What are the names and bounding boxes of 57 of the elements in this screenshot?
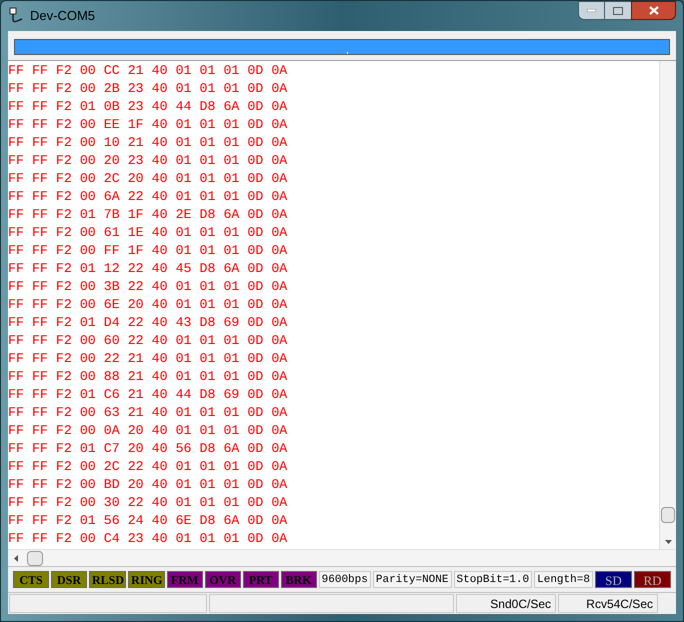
signal-indicator: CTS <box>13 571 49 588</box>
signal-indicator: DSR <box>51 571 87 588</box>
setting-field: Length=8 <box>534 571 593 588</box>
hex-line: FF FF F2 00 6A 22 40 01 01 01 0D 0A <box>8 188 288 206</box>
hex-line: FF FF F2 00 22 21 40 01 01 01 0D 0A <box>8 350 288 368</box>
close-button[interactable] <box>631 1 676 20</box>
maximize-button[interactable] <box>605 1 631 20</box>
window-title: Dev-COM5 <box>30 7 96 26</box>
hex-line: FF FF F2 00 BD 20 40 01 01 01 0D 0A <box>8 476 288 494</box>
serial-plug-icon <box>8 7 24 25</box>
signal-indicator: PRT <box>242 571 279 588</box>
maximize-icon <box>613 6 623 14</box>
minimize-icon <box>587 9 596 12</box>
setting-field: 9600bps <box>318 571 371 588</box>
hex-line: FF FF F2 00 2C 20 40 01 01 01 0D 0A <box>8 170 288 188</box>
hex-line: FF FF F2 00 60 22 40 01 01 01 0D 0A <box>8 332 288 350</box>
minimize-button[interactable] <box>578 1 605 20</box>
signal-lamp: RD <box>634 571 671 588</box>
hex-line: FF FF F2 01 56 24 40 6E D8 6A 0D 0A <box>8 512 288 530</box>
setting-field: StopBit=1.0 <box>454 571 532 588</box>
hex-line: FF FF F2 00 2C 22 40 01 01 01 0D 0A <box>8 458 288 476</box>
signal-indicator: FRM <box>166 571 203 588</box>
hex-line: FF FF F2 00 3B 22 40 01 01 01 0D 0A <box>8 278 288 296</box>
hex-line: FF FF F2 00 88 21 40 01 01 01 0D 0A <box>8 368 288 386</box>
horizontal-scrollbar[interactable] <box>8 549 676 566</box>
signal-indicator: BRK <box>280 571 317 588</box>
scrollbar-thumb[interactable] <box>661 507 675 523</box>
close-icon <box>648 6 658 15</box>
vertical-scrollbar[interactable] <box>659 61 676 549</box>
scrollbar-thumb[interactable] <box>27 550 43 566</box>
hex-line: FF FF F2 00 CC 21 40 01 01 01 0D 0A <box>8 62 288 80</box>
hex-line: FF FF F2 00 10 21 40 01 01 01 0D 0A <box>8 134 288 152</box>
hex-line: FF FF F2 00 63 21 40 01 01 01 0D 0A <box>8 404 288 422</box>
signal-lamp: SD <box>594 571 632 588</box>
hex-line: FF FF F2 00 30 22 40 01 01 01 0D 0A <box>8 494 288 512</box>
hex-line: FF FF F2 01 0B 23 40 44 D8 6A 0D 0A <box>8 98 288 116</box>
signal-indicator: RLSD <box>89 571 126 588</box>
status-text: Snd0C/Sec <box>456 594 556 613</box>
hex-line: FF FF F2 00 EE 1F 40 01 01 01 0D 0A <box>8 116 288 134</box>
hex-line: FF FF F2 01 7B 1F 40 2E D8 6A 0D 0A <box>8 206 288 224</box>
hex-line: FF FF F2 00 0A 20 40 01 01 01 0D 0A <box>8 422 288 440</box>
status-text: Rcv54C/Sec <box>558 594 658 613</box>
scroll-left-icon[interactable] <box>14 554 18 562</box>
hex-line: FF FF F2 01 C6 21 40 44 D8 69 0D 0A <box>8 386 288 404</box>
hex-line: FF FF F2 00 20 23 40 01 01 01 0D 0A <box>8 152 288 170</box>
hex-line: FF FF F2 01 C7 20 40 56 D8 6A 0D 0A <box>8 440 288 458</box>
signal-indicator: RING <box>128 571 165 588</box>
hex-line: FF FF F2 00 61 1E 40 01 01 01 0D 0A <box>8 224 288 242</box>
setting-field: Parity=NONE <box>372 571 452 588</box>
hex-line: FF FF F2 00 6E 20 40 01 01 01 0D 0A <box>8 296 288 314</box>
hex-line: FF FF F2 00 C4 23 40 01 01 01 0D 0A <box>8 530 288 548</box>
hex-line: FF FF F2 01 12 22 40 45 D8 6A 0D 0A <box>8 260 288 278</box>
hex-line: FF FF F2 00 2B 23 40 01 01 01 0D 0A <box>8 80 288 98</box>
scroll-down-icon[interactable] <box>664 540 672 544</box>
signal-indicator: OVR <box>204 571 241 588</box>
hex-line: FF FF F2 01 D4 22 40 43 D8 69 0D 0A <box>8 314 288 332</box>
hex-line: FF FF F2 00 FF 1F 40 01 01 01 0D 0A <box>8 242 288 260</box>
